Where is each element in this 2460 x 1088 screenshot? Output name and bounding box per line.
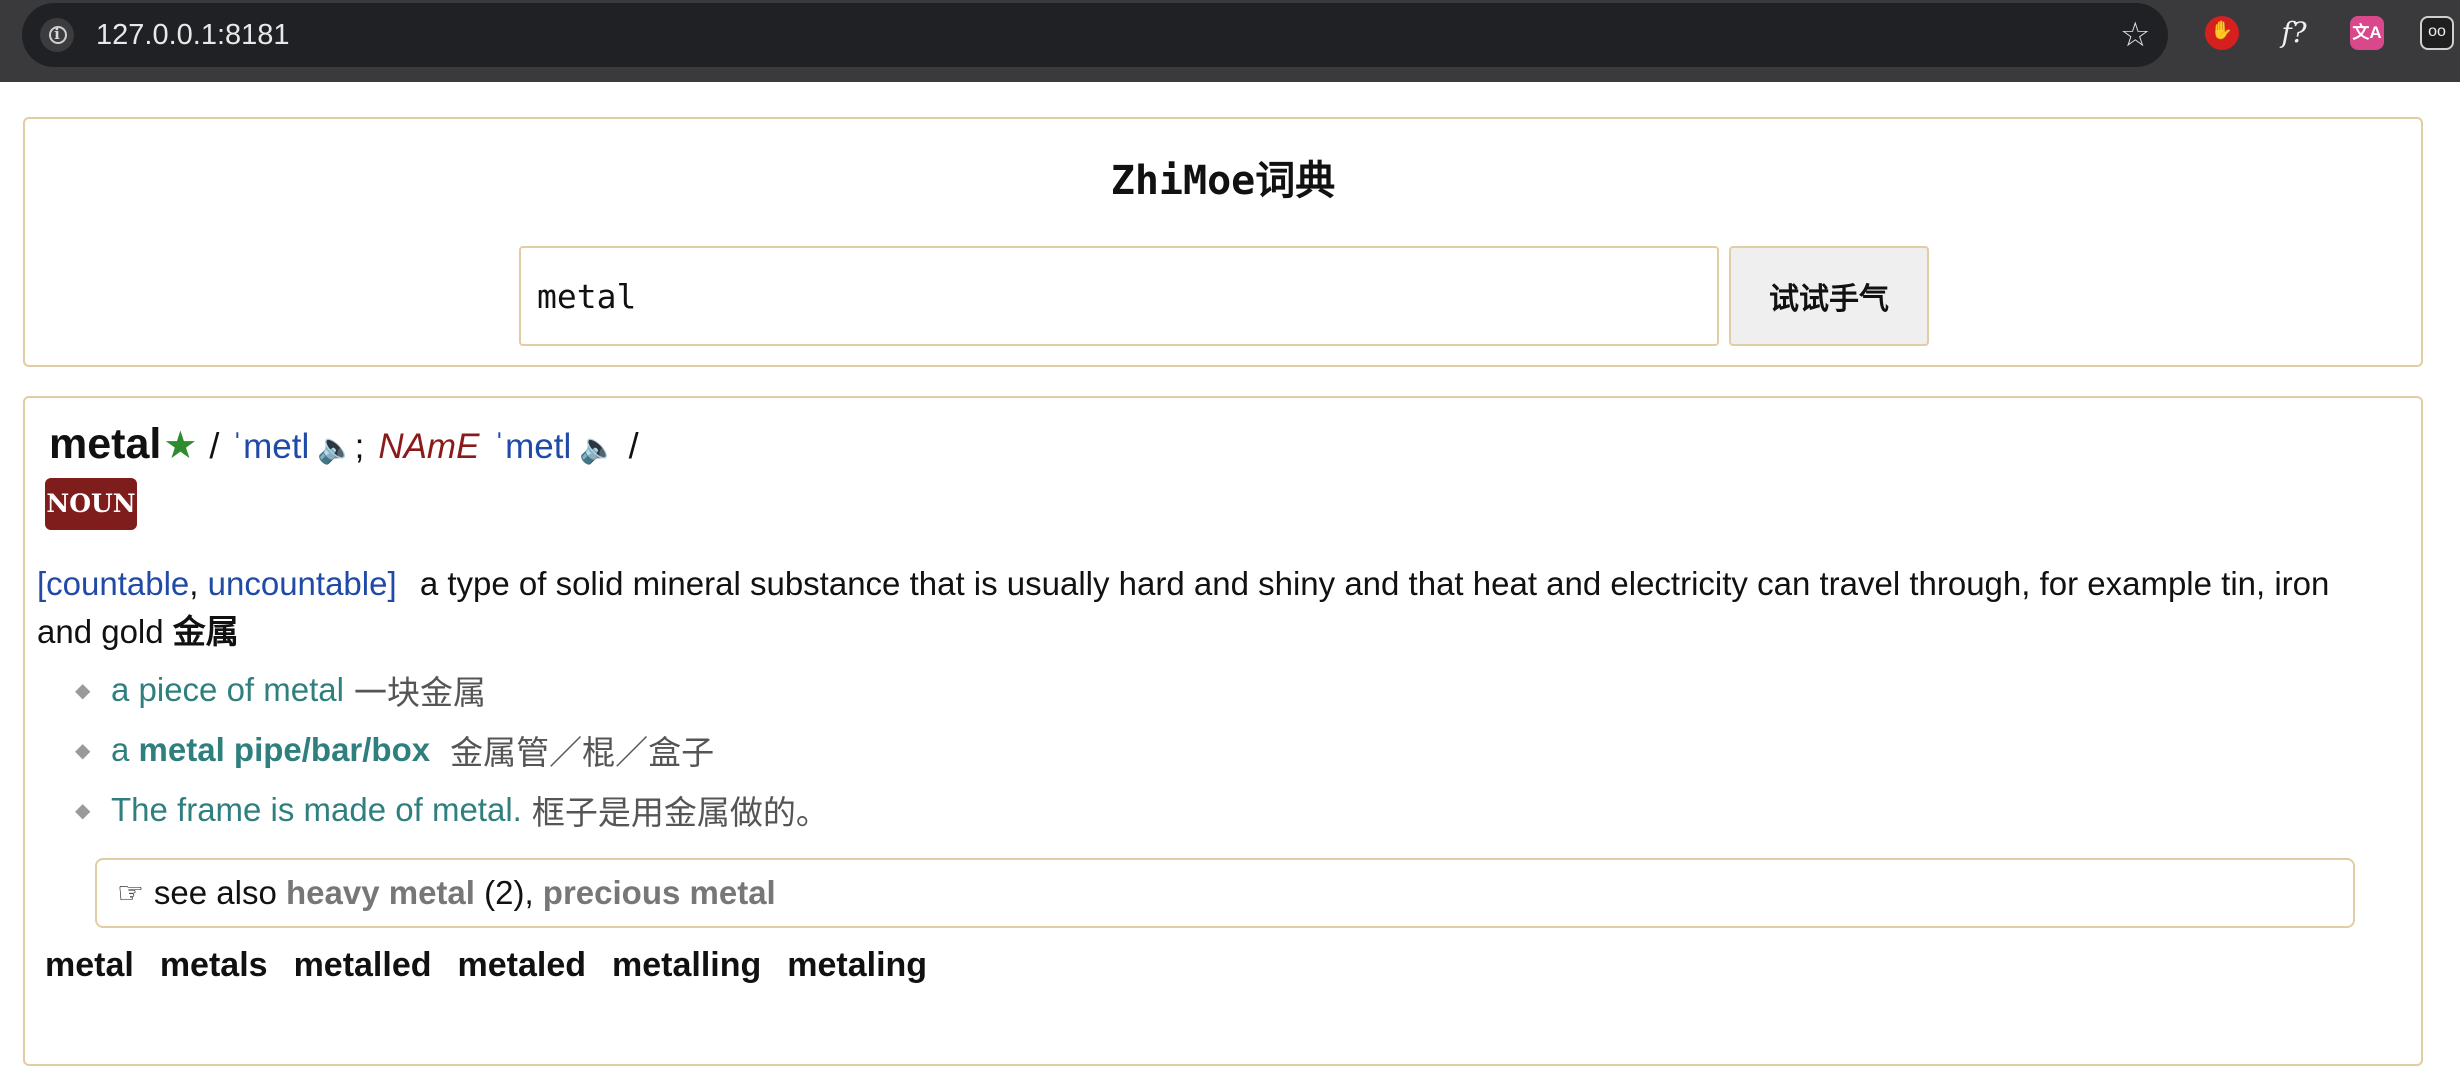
headword: metal — [49, 420, 162, 468]
pointing-hand-icon: ☞ — [117, 876, 144, 910]
xref-sense-number: (2), — [484, 874, 534, 911]
ext-block-icon[interactable] — [2205, 16, 2239, 50]
example-item: ◆ a metal pipe/bar/box 金属管／棍／盒子 — [75, 720, 829, 780]
result-panel: metal ★ / ˈmetl 🔈 ; NAmE ˈmetl 🔈 / NOUN … — [23, 396, 2423, 1066]
ext-translate-icon[interactable]: 文A — [2350, 16, 2384, 50]
example-en: a piece of metal — [111, 671, 344, 708]
pronunciation-am: ˈmetl — [493, 427, 572, 466]
word-form: metalling — [612, 946, 762, 984]
info-icon[interactable]: i — [40, 18, 74, 52]
app-title: ZhiMoe词典 — [1110, 158, 1336, 204]
xref-precious-metal[interactable]: precious metal — [543, 874, 776, 912]
ext-eyes-icon[interactable]: oo — [2420, 16, 2454, 50]
search-button[interactable]: 试试手气 — [1729, 246, 1929, 346]
diamond-bullet-icon: ◆ — [75, 679, 91, 702]
example-item: ◆ a piece of metal 一块金属 — [75, 660, 829, 720]
see-also-box: ☞ see also heavy metal (2), precious met… — [95, 858, 2355, 928]
ext-font-icon[interactable]: f? — [2277, 16, 2311, 50]
browser-toolbar: i 127.0.0.1:8181 ☆ f? 文A oo — [0, 0, 2460, 82]
grammar-separator: , — [189, 565, 208, 602]
word-form: metaled — [457, 946, 587, 984]
word-forms: metal metals metalled metaled metalling … — [45, 946, 927, 985]
address-bar[interactable]: i 127.0.0.1:8181 ☆ — [22, 3, 2168, 67]
diamond-bullet-icon: ◆ — [75, 799, 91, 822]
speaker-br-icon[interactable]: 🔈 — [317, 431, 354, 466]
search-input[interactable] — [519, 246, 1719, 346]
example-zh: 金属管／棍／盒子 — [450, 734, 715, 771]
see-also-label: see also — [153, 874, 277, 911]
star-icon: ★ — [163, 425, 198, 467]
example-prefix: a — [111, 731, 139, 768]
grammar-countable: [countable — [37, 565, 190, 602]
region-label: NAmE — [378, 427, 480, 466]
definition: [countable, uncountable] a type of solid… — [37, 560, 2367, 656]
examples-list: ◆ a piece of metal 一块金属 ◆ a metal pipe/b… — [75, 660, 829, 840]
pronunciation-br: ˈmetl — [231, 427, 310, 466]
pron-slash-close: / — [628, 425, 639, 466]
example-collocation: metal pipe/bar/box — [138, 731, 431, 768]
bookmark-star-icon[interactable]: ☆ — [2120, 15, 2150, 55]
word-form: metal — [45, 946, 134, 984]
word-form: metals — [159, 946, 268, 984]
speaker-am-icon[interactable]: 🔈 — [579, 431, 616, 466]
pron-separator: ; — [354, 427, 365, 466]
pron-slash-open: / — [209, 425, 220, 466]
xref-heavy-metal[interactable]: heavy metal — [286, 874, 475, 912]
example-item: ◆ The frame is made of metal. 框子是用金属做的。 — [75, 780, 829, 840]
example-zh: 一块金属 — [353, 674, 486, 711]
url-text[interactable]: 127.0.0.1:8181 — [96, 17, 290, 53]
entry-headline: metal ★ / ˈmetl 🔈 ; NAmE ˈmetl 🔈 / — [49, 420, 651, 480]
word-form: metalled — [293, 946, 432, 984]
definition-translation: 金属 — [172, 613, 239, 650]
grammar-uncountable: uncountable] — [207, 565, 397, 602]
pos-badge: NOUN — [45, 478, 137, 530]
search-panel: ZhiMoe词典 试试手气 — [23, 117, 2423, 367]
word-form: metaling — [787, 946, 928, 984]
example-en: The frame is made of metal. — [111, 791, 522, 828]
diamond-bullet-icon: ◆ — [75, 739, 91, 762]
example-zh: 框子是用金属做的。 — [531, 794, 829, 831]
